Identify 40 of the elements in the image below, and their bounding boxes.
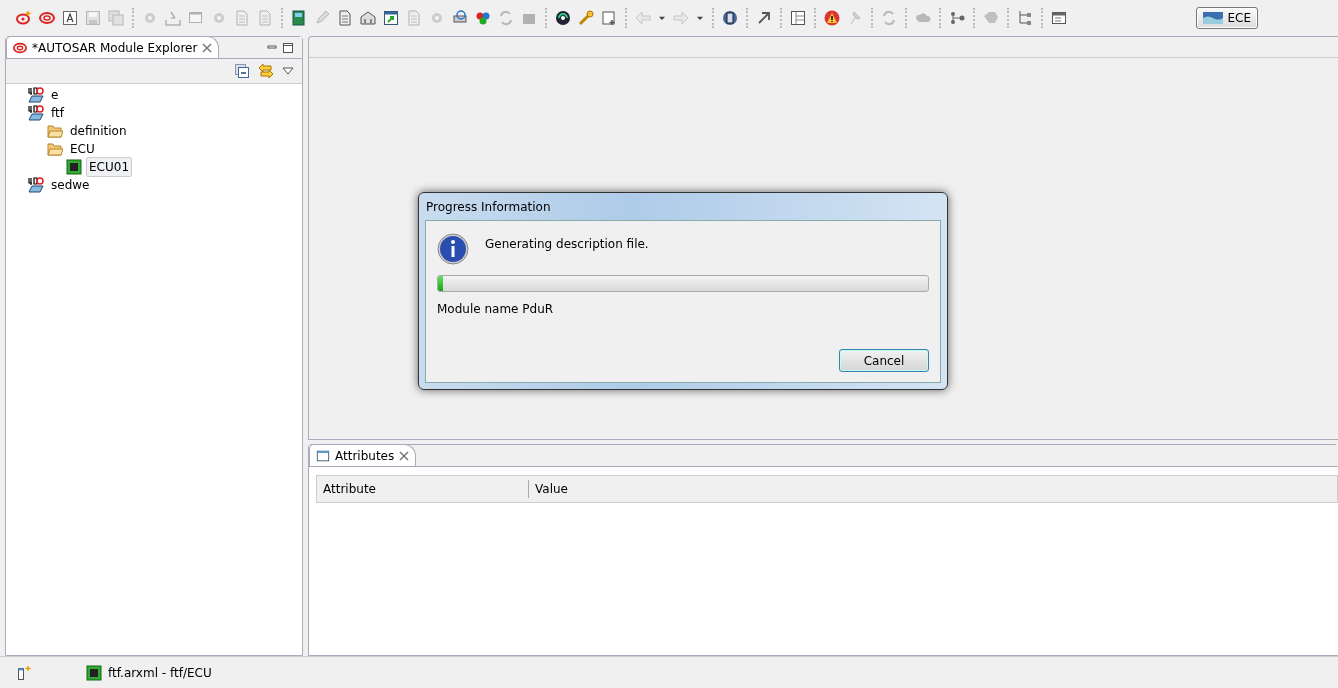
- tree-item[interactable]: ECU: [67, 139, 98, 159]
- collapse-all-icon[interactable]: [234, 63, 250, 79]
- chip-icon: [86, 664, 102, 681]
- layout-icon[interactable]: [788, 8, 808, 28]
- cancel-button[interactable]: Cancel: [839, 349, 929, 372]
- warning-icon[interactable]: [822, 8, 842, 28]
- globe-icon[interactable]: [553, 8, 573, 28]
- close-icon[interactable]: [202, 42, 213, 53]
- perspective-button[interactable]: ECE: [1196, 7, 1258, 29]
- project-icon: [28, 177, 44, 193]
- tree-item[interactable]: ftf: [48, 103, 67, 123]
- window-icon: [316, 448, 330, 463]
- close-icon[interactable]: [399, 450, 410, 461]
- project-icon: [28, 105, 44, 121]
- folder-icon: [47, 141, 63, 157]
- dialog-message: Generating description file.: [485, 236, 649, 253]
- tree-item[interactable]: definition: [67, 121, 130, 141]
- target-icon: [13, 40, 27, 55]
- letter-a-icon[interactable]: [60, 8, 80, 28]
- wave-icon: [1203, 12, 1224, 24]
- round-book-icon[interactable]: [720, 8, 740, 28]
- window-plus-icon[interactable]: [16, 664, 32, 681]
- view-menu-icon[interactable]: [282, 66, 294, 76]
- folder-icon: [47, 123, 63, 139]
- chip-icon: [66, 159, 82, 175]
- maximize-icon[interactable]: [282, 42, 294, 54]
- dialog-title: Progress Information: [426, 198, 551, 216]
- project-icon: [28, 87, 44, 103]
- column-header[interactable]: Value: [528, 480, 574, 498]
- tree-item[interactable]: sedwe: [48, 175, 93, 195]
- info-icon: [437, 233, 469, 265]
- column-header[interactable]: Attribute: [317, 480, 528, 498]
- tree-item[interactable]: ECU01: [86, 157, 132, 177]
- link-arrows-icon[interactable]: [258, 63, 274, 79]
- view-tab[interactable]: *AUTOSAR Module Explorer: [6, 36, 220, 58]
- tree-item[interactable]: e: [48, 85, 62, 105]
- status-text: ftf.arxml - ftf/ECU: [108, 664, 212, 682]
- view-tab[interactable]: Attributes: [309, 444, 417, 466]
- window-arrow-icon[interactable]: [381, 8, 401, 28]
- progress-detail: Module name PduR: [437, 301, 555, 318]
